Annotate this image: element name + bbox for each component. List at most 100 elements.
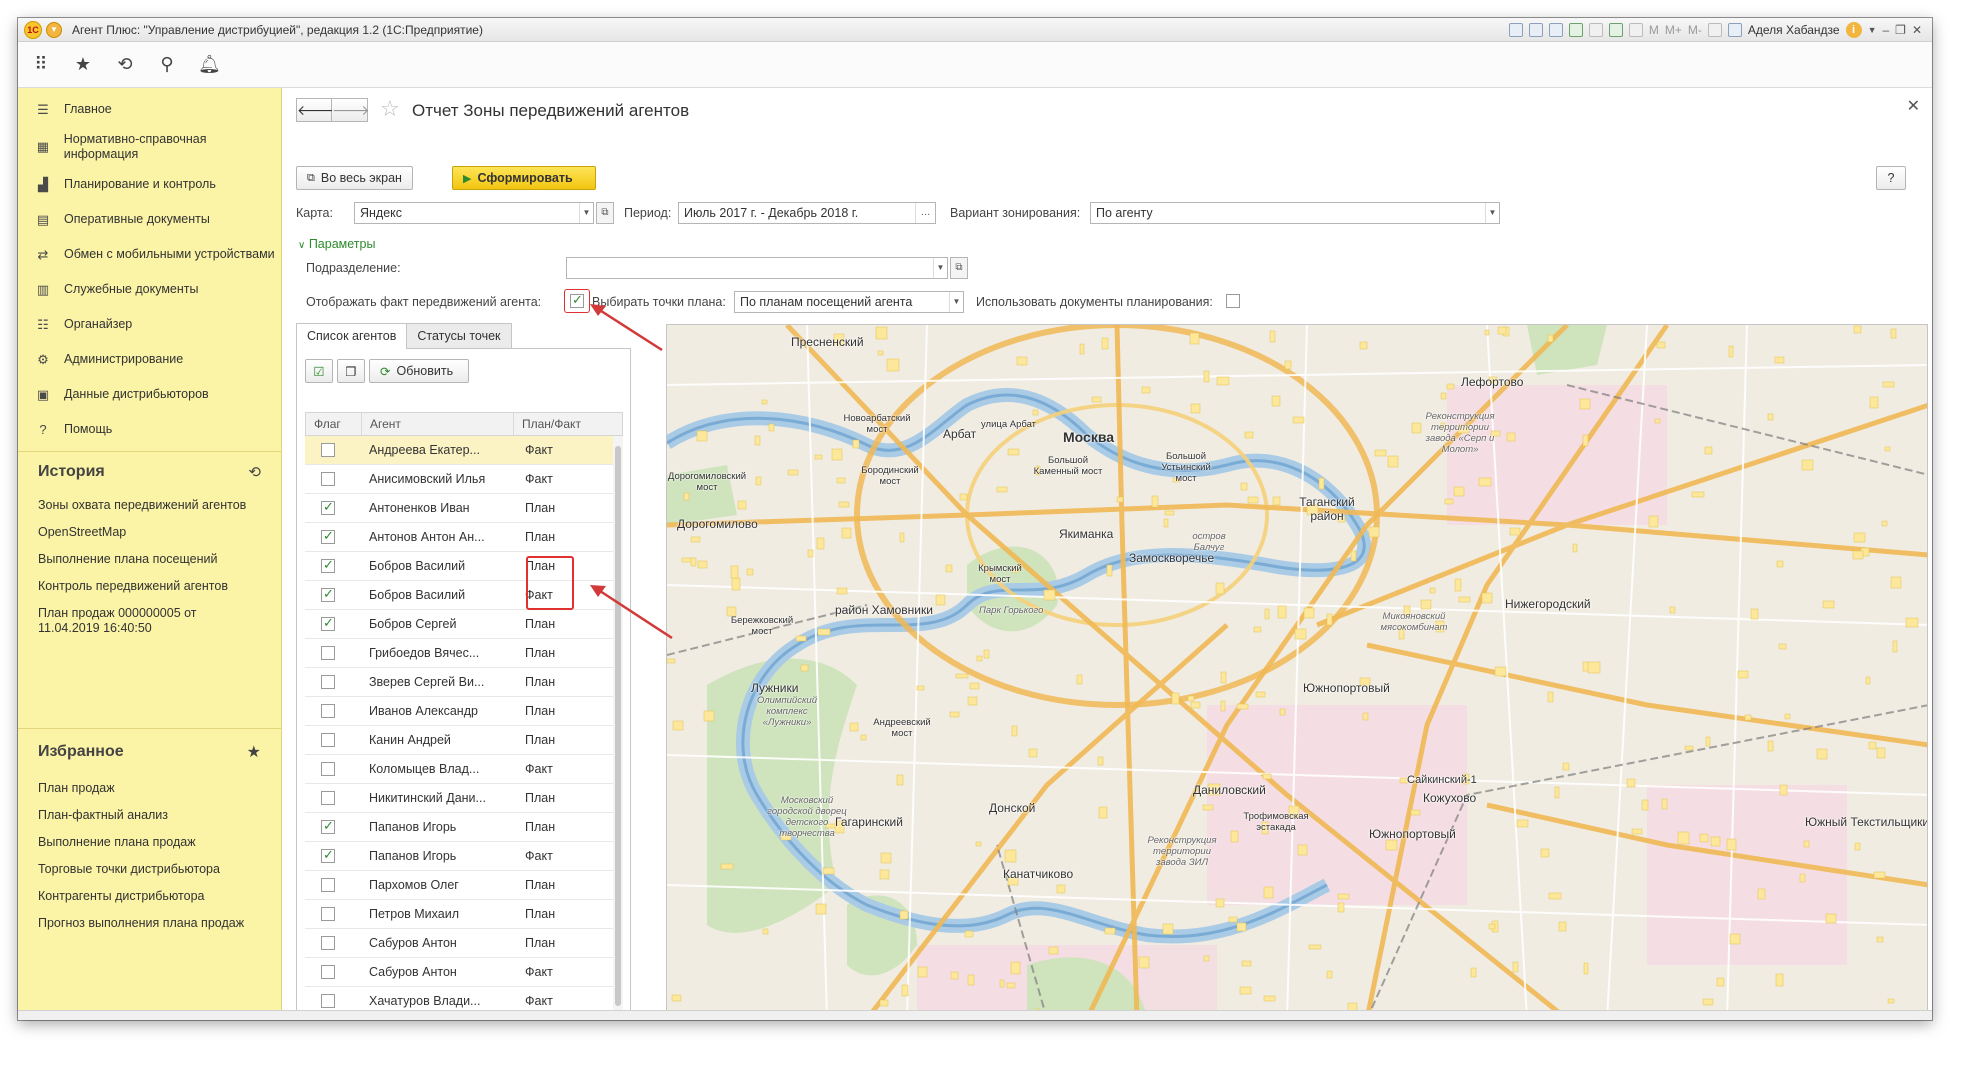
row-checkbox[interactable] bbox=[321, 790, 335, 805]
link-icon[interactable] bbox=[1588, 23, 1603, 37]
row-checkbox[interactable] bbox=[321, 674, 335, 689]
open-division-button[interactable]: ⧉ bbox=[950, 257, 968, 279]
favorites-item[interactable]: Торговые точки дистрибьютора bbox=[18, 856, 281, 883]
favorites-item[interactable]: Контрагенты дистрибьютора bbox=[18, 883, 281, 910]
refresh-button[interactable]: ⟳ Обновить bbox=[369, 359, 469, 383]
info-icon[interactable]: i bbox=[1845, 22, 1862, 38]
close-window-icon[interactable]: ✕ bbox=[1912, 23, 1922, 37]
sidebar-item-operative-docs[interactable]: ▤ Оперативные документы bbox=[18, 202, 281, 237]
help-button[interactable]: ? bbox=[1876, 166, 1906, 190]
table-row[interactable]: Грибоедов Вячес... План bbox=[305, 639, 613, 668]
sidebar-item-main[interactable]: ☰ Главное bbox=[18, 92, 281, 127]
row-checkbox[interactable] bbox=[321, 847, 335, 863]
vertical-scrollbar[interactable] bbox=[613, 436, 623, 1016]
memory-minus-button[interactable]: M- bbox=[1688, 23, 1702, 37]
table-row[interactable]: Сабуров Антон План bbox=[305, 929, 613, 958]
history-item[interactable]: Выполнение плана посещений bbox=[18, 546, 281, 573]
history-item[interactable]: Зоны охвата передвижений агентов bbox=[18, 492, 281, 519]
memory-m-button[interactable]: M bbox=[1649, 23, 1659, 37]
history-clock-icon[interactable]: ⟲ bbox=[248, 463, 261, 481]
row-checkbox[interactable] bbox=[321, 761, 335, 776]
sidebar-item-distributors[interactable]: ▣ Данные дистрибьюторов bbox=[18, 377, 281, 412]
column-header[interactable]: Агент bbox=[362, 413, 514, 435]
row-checkbox[interactable] bbox=[321, 818, 335, 834]
table-row[interactable]: Папанов Игорь План bbox=[305, 813, 613, 842]
history-item[interactable]: План продаж 000000005 от 11.04.2019 16:4… bbox=[18, 600, 218, 642]
table-row[interactable]: Сабуров Антон Факт bbox=[305, 958, 613, 987]
dropdown-icon[interactable]: ▼ bbox=[1868, 25, 1877, 35]
table-row[interactable]: Никитинский Дани... План bbox=[305, 784, 613, 813]
table-row[interactable]: Пархомов Олег План bbox=[305, 871, 613, 900]
row-checkbox[interactable] bbox=[321, 645, 335, 660]
tab-agents[interactable]: Список агентов bbox=[296, 323, 408, 349]
memory-plus-button[interactable]: M+ bbox=[1665, 23, 1682, 37]
open-map-button[interactable]: ⧉ bbox=[596, 202, 614, 224]
map-select[interactable]: Яндекс ▼ bbox=[354, 202, 594, 224]
table-row[interactable]: Андреева Екатер... Факт bbox=[305, 436, 613, 465]
table-icon[interactable] bbox=[1608, 23, 1623, 37]
sidebar-item-service-docs[interactable]: ▥ Служебные документы bbox=[18, 272, 281, 307]
row-checkbox[interactable] bbox=[321, 557, 335, 573]
calendar-icon[interactable] bbox=[1628, 23, 1643, 37]
row-checkbox[interactable] bbox=[321, 528, 335, 544]
print-icon[interactable] bbox=[1528, 23, 1543, 37]
row-checkbox[interactable] bbox=[321, 732, 335, 747]
use-docs-checkbox[interactable] bbox=[1226, 294, 1240, 308]
table-row[interactable]: Канин Андрей План bbox=[305, 726, 613, 755]
restore-icon[interactable]: ❐ bbox=[1895, 23, 1906, 37]
table-row[interactable]: Анисимовский Илья Факт bbox=[305, 465, 613, 494]
fullscreen-button[interactable]: ⧉ Во весь экран bbox=[296, 166, 413, 190]
history-item[interactable]: Контроль передвижений агентов bbox=[18, 573, 281, 600]
table-row[interactable]: Антонов Антон Ан... План bbox=[305, 523, 613, 552]
division-select[interactable]: ▼ bbox=[566, 257, 948, 279]
column-header[interactable]: План/Факт bbox=[514, 413, 594, 435]
row-checkbox[interactable] bbox=[321, 906, 335, 921]
favorites-item[interactable]: План-фактный анализ bbox=[18, 802, 281, 829]
grid-menu-icon[interactable]: ⠿ bbox=[30, 54, 52, 75]
chevron-down-icon[interactable]: ▼ bbox=[1485, 203, 1499, 223]
map-view[interactable]: Пресненский Лефортово Новоарбатский мост… bbox=[666, 324, 1928, 1018]
sidebar-item-planning[interactable]: ▟ Планирование и контроль bbox=[18, 167, 281, 202]
plan-points-select[interactable]: По планам посещений агента ▼ bbox=[734, 291, 964, 313]
row-checkbox[interactable] bbox=[321, 471, 335, 486]
uncheck-all-button[interactable]: ❐ bbox=[337, 359, 365, 383]
table-row[interactable]: Коломыцев Влад... Факт bbox=[305, 755, 613, 784]
table-row[interactable]: Папанов Игорь Факт bbox=[305, 842, 613, 871]
tab-point-statuses[interactable]: Статусы точек bbox=[406, 323, 512, 348]
generate-button[interactable]: ▶ Сформировать bbox=[452, 166, 596, 190]
chevron-down-icon[interactable]: ▼ bbox=[949, 292, 963, 312]
scroll-thumb[interactable] bbox=[615, 446, 621, 1006]
table-row[interactable]: Петров Михаил План bbox=[305, 900, 613, 929]
sidebar-item-help[interactable]: ? Помощь bbox=[18, 412, 281, 447]
sidebar-item-catalog[interactable]: ▦ Нормативно-справочная информация bbox=[18, 127, 281, 167]
save-icon[interactable] bbox=[1508, 23, 1523, 37]
chevron-down-icon[interactable]: ▼ bbox=[933, 258, 947, 278]
app-menu-icon[interactable]: ▼ bbox=[46, 21, 62, 38]
favorites-item[interactable]: Прогноз выполнения плана продаж bbox=[18, 910, 281, 937]
row-checkbox[interactable] bbox=[321, 935, 335, 950]
upload-icon[interactable] bbox=[1568, 23, 1583, 37]
history-item[interactable]: OpenStreetMap bbox=[18, 519, 281, 546]
search-icon[interactable]: ⚲ bbox=[156, 54, 178, 75]
params-toggle[interactable]: ∨ Параметры bbox=[298, 237, 375, 251]
table-row[interactable]: Антоненков Иван План bbox=[305, 494, 613, 523]
table-row[interactable]: Бобров Сергей План bbox=[305, 610, 613, 639]
row-checkbox[interactable] bbox=[321, 499, 335, 515]
favorites-item[interactable]: Выполнение плана продаж bbox=[18, 829, 281, 856]
zoom-icon[interactable] bbox=[1707, 23, 1722, 37]
sidebar-item-administration[interactable]: ⚙ Администрирование bbox=[18, 342, 281, 377]
row-checkbox[interactable] bbox=[321, 442, 335, 457]
row-checkbox[interactable] bbox=[321, 703, 335, 718]
favorites-item[interactable]: План продаж bbox=[18, 775, 281, 802]
row-checkbox[interactable] bbox=[321, 964, 335, 979]
user-name[interactable]: Аделя Хабандзе bbox=[1748, 23, 1840, 37]
preview-icon[interactable] bbox=[1548, 23, 1563, 37]
row-checkbox[interactable] bbox=[321, 993, 335, 1008]
row-checkbox[interactable] bbox=[321, 615, 335, 631]
forward-button[interactable]: 🡒 bbox=[332, 98, 370, 122]
sidebar-item-mobile-exchange[interactable]: ⇄ Обмен с мобильными устройствами bbox=[18, 237, 281, 272]
sidebar-item-organizer[interactable]: ☷ Органайзер bbox=[18, 307, 281, 342]
favorites-star-icon[interactable]: ★ bbox=[72, 54, 94, 75]
panel-icon[interactable] bbox=[1727, 23, 1742, 37]
zoning-select[interactable]: По агенту ▼ bbox=[1090, 202, 1500, 224]
